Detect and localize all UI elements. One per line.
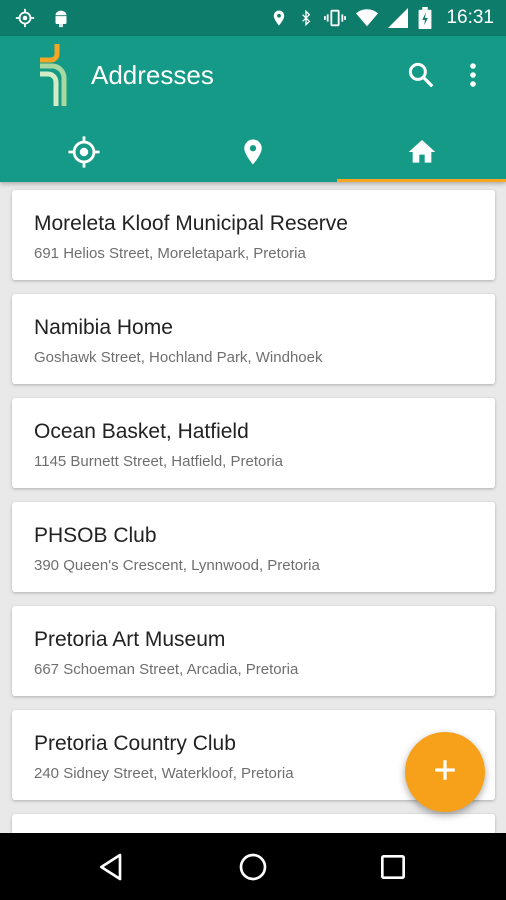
navigation-bar [0,833,506,900]
add-address-button[interactable] [405,732,485,812]
list-item[interactable]: Moreleta Kloof Municipal Reserve 691 Hel… [12,190,495,280]
address-name: Pretoria Country Club [34,732,236,755]
address-name: Ocean Basket, Hatfield [34,420,249,443]
home-icon [406,136,438,173]
address-name: Namibia Home [34,316,173,339]
place-icon [238,135,268,174]
more-vert-icon [460,63,486,96]
address-detail: 240 Sidney Street, Waterkloof, Pretoria [34,765,294,782]
app-logo [36,44,76,106]
address-detail: 390 Queen's Crescent, Lynnwood, Pretoria [34,557,320,574]
wifi-icon [356,8,379,28]
list-item[interactable]: PHSOB Club 390 Queen's Crescent, Lynnwoo… [12,502,495,592]
list-item[interactable]: Namibia Home Goshawk Street, Hochland Pa… [12,294,495,384]
search-icon [406,62,436,94]
recents-icon[interactable] [377,851,409,883]
address-detail: 667 Schoeman Street, Arcadia, Pretoria [34,661,299,678]
address-name: Pretoria Art Museum [34,628,226,651]
location-icon [270,7,288,29]
my-location-icon [67,135,101,174]
tab-places[interactable] [169,126,338,182]
address-name: PHSOB Club [34,524,157,547]
status-bar: 16:31 [0,0,506,36]
tab-bar [0,126,506,182]
list-item[interactable]: Ocean Basket, Hatfield 1145 Burnett Stre… [12,398,495,488]
add-icon [432,757,458,788]
status-time: 16:31 [446,7,494,28]
signal-icon [388,8,409,28]
bluetooth-icon [298,7,314,29]
home-circle-icon[interactable] [237,851,269,883]
battery-icon [418,7,432,29]
app-title: Addresses [91,60,214,90]
search-button[interactable] [406,60,438,92]
gps-icon [14,7,36,29]
address-detail: 691 Helios Street, Moreletapark, Pretori… [34,245,306,262]
more-options-button[interactable] [460,60,486,92]
list-item[interactable]: Pretoria Art Museum 667 Schoeman Street,… [12,606,495,696]
app-bar: Addresses [0,36,506,182]
address-detail: Goshawk Street, Hochland Park, Windhoek [34,349,323,366]
vibrate-icon [324,7,347,29]
address-detail: 1145 Burnett Street, Hatfield, Pretoria [34,453,284,470]
back-icon[interactable] [96,851,128,883]
address-name: Moreleta Kloof Municipal Reserve [34,212,348,235]
tab-my-location[interactable] [0,126,169,182]
android-icon [50,7,72,29]
tab-home[interactable] [337,126,506,182]
